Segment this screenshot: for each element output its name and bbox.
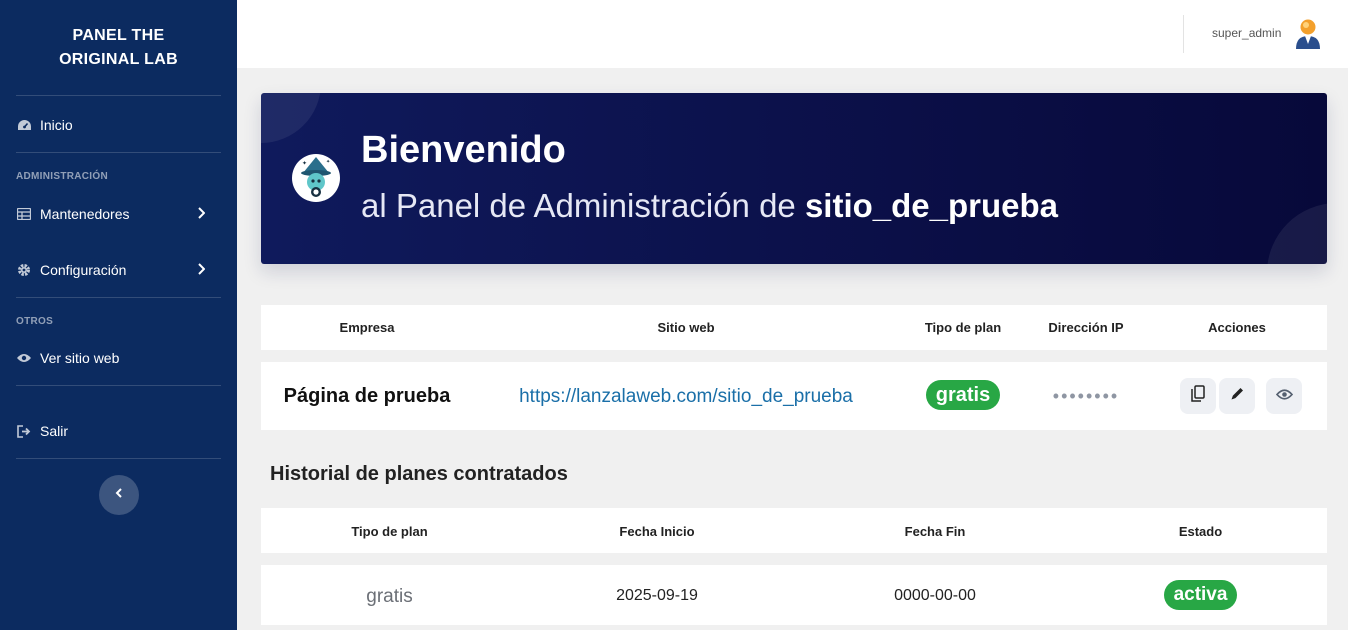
logout-icon bbox=[16, 423, 32, 439]
edit-button[interactable] bbox=[1219, 378, 1255, 414]
section-label-otros: OTROS bbox=[16, 316, 54, 327]
history-end-date: 0000-00-00 bbox=[894, 587, 976, 604]
eye-icon bbox=[1275, 387, 1293, 405]
svg-text:✦: ✦ bbox=[302, 160, 307, 167]
dashboard-icon bbox=[16, 117, 32, 133]
chevron-right-icon bbox=[197, 206, 206, 222]
column-header-tipo-plan: Tipo de plan bbox=[924, 320, 1002, 335]
welcome-banner: ✦ ✦ Bienvenido al Panel de Administració… bbox=[261, 93, 1327, 264]
sidebar-divider bbox=[16, 385, 221, 386]
sidebar-item-ver-sitio[interactable]: Ver sitio web bbox=[16, 346, 221, 370]
welcome-title: Bienvenido bbox=[361, 129, 566, 171]
column-header-estado: Estado bbox=[1178, 524, 1223, 539]
status-badge: activa bbox=[1163, 580, 1238, 610]
topbar-divider bbox=[1183, 15, 1184, 53]
sidebar-divider bbox=[16, 297, 221, 298]
ip-address-masked: •••••••• bbox=[1052, 386, 1120, 406]
column-header-fecha-inicio: Fecha Inicio bbox=[619, 524, 695, 539]
welcome-subtitle-prefix: al Panel de Administración de bbox=[361, 187, 796, 224]
chevron-right-icon bbox=[197, 262, 206, 278]
user-avatar-icon[interactable] bbox=[1294, 18, 1322, 50]
sidebar-item-label: Mantenedores bbox=[40, 206, 130, 222]
section-label-admin: ADMINISTRACIÓN bbox=[16, 171, 108, 182]
chevron-left-icon bbox=[115, 486, 123, 504]
decorative-circle bbox=[261, 93, 321, 143]
history-table-header: Tipo de plan Fecha Inicio Fecha Fin Esta… bbox=[261, 508, 1327, 553]
site-table-row: Página de prueba https://lanzalaweb.com/… bbox=[261, 362, 1327, 430]
brand-logo-text[interactable]: PANEL THE ORIGINAL LAB bbox=[0, 24, 237, 72]
site-table-header: Empresa Sitio web Tipo de plan Dirección… bbox=[261, 305, 1327, 350]
column-header-tipo-plan: Tipo de plan bbox=[351, 524, 428, 539]
plan-cell: gratis bbox=[899, 380, 1027, 410]
column-header-acciones: Acciones bbox=[1208, 320, 1266, 335]
sidebar: PANEL THE ORIGINAL LAB Inicio ADMINISTRA… bbox=[0, 0, 237, 630]
sidebar-item-label: Salir bbox=[40, 423, 69, 439]
wizard-logo-icon: ✦ ✦ bbox=[291, 153, 341, 203]
column-header-sitio-web: Sitio web bbox=[657, 320, 715, 335]
column-header-fecha-fin: Fecha Fin bbox=[904, 524, 966, 539]
brand-line-1: PANEL THE bbox=[72, 27, 165, 44]
history-title: Historial de planes contratados bbox=[270, 463, 568, 485]
sidebar-item-label: Ver sitio web bbox=[40, 350, 120, 366]
site-url-link[interactable]: https://lanzalaweb.com/sitio_de_prueba bbox=[473, 386, 899, 408]
sidebar-item-mantenedores[interactable]: Mantenedores bbox=[16, 202, 221, 226]
topbar: super_admin bbox=[237, 0, 1348, 68]
welcome-subtitle: al Panel de Administración de sitio_de_p… bbox=[361, 187, 1058, 225]
pencil-icon bbox=[1230, 386, 1245, 406]
eye-icon bbox=[16, 350, 32, 366]
view-button[interactable] bbox=[1266, 378, 1302, 414]
copy-button[interactable] bbox=[1180, 378, 1216, 414]
sidebar-divider bbox=[16, 95, 221, 96]
history-start-date: 2025-09-19 bbox=[616, 587, 698, 604]
history-status-cell: activa bbox=[1074, 580, 1327, 610]
table-icon bbox=[16, 206, 32, 222]
column-header-ip: Dirección IP bbox=[1048, 320, 1124, 335]
sidebar-item-salir[interactable]: Salir bbox=[16, 419, 221, 443]
sidebar-item-configuracion[interactable]: Configuración bbox=[16, 258, 221, 282]
sidebar-item-label: Configuración bbox=[40, 262, 127, 278]
plan-badge: gratis bbox=[925, 380, 1001, 410]
brand-line-2: ORIGINAL LAB bbox=[59, 51, 178, 68]
history-plan: gratis bbox=[366, 586, 413, 607]
site-name: sitio_de_prueba bbox=[804, 187, 1059, 224]
sidebar-item-inicio[interactable]: Inicio bbox=[16, 113, 221, 137]
sidebar-item-label: Inicio bbox=[40, 117, 73, 133]
sidebar-collapse-button[interactable] bbox=[99, 475, 139, 515]
decorative-circle bbox=[1267, 203, 1327, 264]
username[interactable]: super_admin bbox=[1212, 26, 1281, 40]
copy-icon bbox=[1191, 385, 1205, 407]
gear-icon bbox=[16, 262, 32, 278]
sidebar-divider bbox=[16, 152, 221, 153]
sidebar-divider bbox=[16, 458, 221, 459]
svg-text:✦: ✦ bbox=[326, 159, 330, 165]
history-table-row: gratis 2025-09-19 0000-00-00 activa bbox=[261, 565, 1327, 625]
column-header-empresa: Empresa bbox=[339, 320, 395, 335]
company-name: Página de prueba bbox=[283, 385, 451, 407]
